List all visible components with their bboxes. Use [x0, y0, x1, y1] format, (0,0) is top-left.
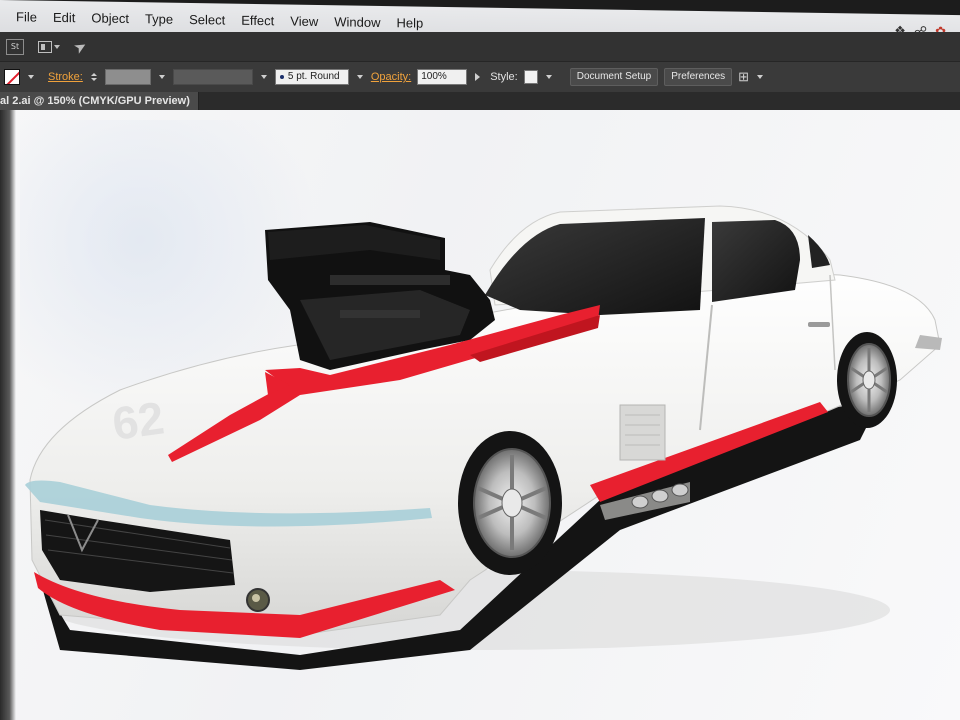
fill-dropdown-arrow-icon[interactable] — [26, 70, 36, 84]
style-dropdown-arrow-icon[interactable] — [544, 70, 554, 84]
opacity-slider-arrow-icon[interactable] — [475, 73, 481, 81]
brush-icon[interactable]: ➤ — [70, 36, 90, 57]
stock-logo-icon[interactable]: St — [6, 38, 24, 55]
car-artwork[interactable]: 62 — [0, 110, 960, 720]
workspace-switcher-icon[interactable] — [38, 40, 60, 54]
menu-window[interactable]: Window — [326, 11, 388, 34]
variable-width-profile-field[interactable] — [172, 69, 253, 85]
application-bar: St ➤ — [0, 32, 960, 62]
brush-definition-value: 5 pt. Round — [287, 71, 340, 82]
stroke-label[interactable]: Stroke: — [48, 71, 83, 83]
canvas-left-bezel — [0, 110, 16, 720]
menu-select[interactable]: Select — [181, 9, 233, 32]
menu-edit[interactable]: Edit — [45, 7, 83, 30]
brush-dropdown-arrow-icon[interactable] — [355, 70, 365, 84]
menu-object[interactable]: Object — [83, 7, 137, 30]
opacity-input[interactable]: 100% — [417, 69, 468, 85]
arrange-documents-icon[interactable]: ⊞ — [738, 69, 749, 85]
brush-dot-icon — [279, 75, 284, 79]
opacity-label[interactable]: Opacity: — [371, 71, 411, 83]
menu-file[interactable]: File — [8, 6, 45, 29]
control-bar: Stroke: 5 pt. Round Opacity: 100% Style:… — [0, 62, 960, 92]
stroke-weight-spinner-icon[interactable] — [89, 69, 99, 85]
stroke-weight-dropdown-arrow-icon[interactable] — [157, 70, 167, 84]
fill-swatch[interactable] — [4, 69, 20, 85]
profile-dropdown-arrow-icon[interactable] — [259, 70, 269, 84]
preferences-button[interactable]: Preferences — [664, 68, 733, 86]
document-setup-button[interactable]: Document Setup — [569, 68, 659, 86]
brush-definition-select[interactable]: 5 pt. Round — [274, 69, 349, 85]
stroke-weight-field[interactable] — [104, 69, 151, 85]
menu-view[interactable]: View — [282, 10, 326, 33]
menu-type[interactable]: Type — [137, 8, 181, 31]
document-tab[interactable]: al 2.ai @ 150% (CMYK/GPU Preview) — [0, 92, 199, 110]
style-label: Style: — [490, 71, 518, 83]
artboard-canvas[interactable]: 62 — [0, 110, 960, 720]
svg-text:62: 62 — [109, 391, 167, 450]
arrange-dropdown-arrow-icon[interactable] — [755, 70, 765, 84]
menu-effect[interactable]: Effect — [233, 10, 282, 33]
graphic-style-swatch[interactable] — [523, 70, 538, 84]
document-tab-strip: al 2.ai @ 150% (CMYK/GPU Preview) — [0, 92, 960, 110]
